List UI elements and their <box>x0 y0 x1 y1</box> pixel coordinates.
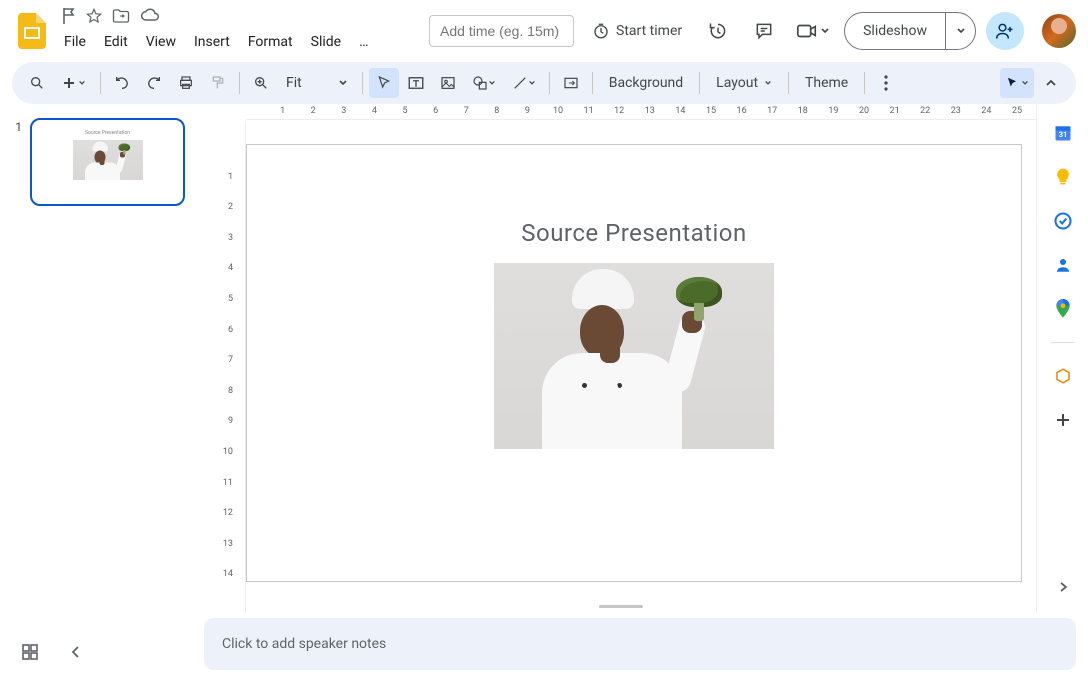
textbox-tool[interactable] <box>401 68 431 98</box>
thumb-number: 1 <box>10 118 22 206</box>
slideshow-dropdown[interactable] <box>945 13 975 49</box>
tasks-icon[interactable] <box>1052 210 1074 232</box>
start-timer-label: Start timer <box>616 23 682 39</box>
share-button[interactable] <box>986 12 1024 50</box>
account-avatar[interactable] <box>1042 14 1076 48</box>
more-tools-button[interactable] <box>871 68 901 98</box>
side-panel: 31 <box>1036 104 1088 612</box>
speaker-notes[interactable]: Click to add speaker notes <box>204 618 1076 670</box>
menu-insert[interactable]: Insert <box>186 30 238 54</box>
menu-bar: File Edit View Insert Format Slide … <box>56 28 429 56</box>
zoom-label: Fit <box>286 75 302 91</box>
line-tool[interactable] <box>505 68 543 98</box>
star-icon[interactable] <box>86 8 102 24</box>
thumb-title: Source Presentation <box>32 130 183 136</box>
menu-edit[interactable]: Edit <box>96 30 136 54</box>
ruler-vertical: 1234567891011121314 <box>206 122 246 612</box>
explore-button[interactable] <box>62 638 90 666</box>
menu-view[interactable]: View <box>138 30 184 54</box>
svg-text:31: 31 <box>1058 130 1067 139</box>
meet-button[interactable] <box>792 13 834 49</box>
menu-file[interactable]: File <box>56 30 94 54</box>
grid-view-button[interactable] <box>16 638 44 666</box>
toolbar: Fit Background Layout Theme <box>12 62 1076 104</box>
pointer-mode[interactable] <box>1000 68 1034 98</box>
layout-button[interactable]: Layout <box>706 68 782 98</box>
contacts-icon[interactable] <box>1052 254 1074 276</box>
flag-icon[interactable] <box>62 8 76 24</box>
select-tool[interactable] <box>369 68 399 98</box>
menu-more[interactable]: … <box>351 30 376 54</box>
show-side-panel-icon[interactable] <box>1052 576 1074 598</box>
zoom-select[interactable]: Fit <box>278 68 356 98</box>
background-button[interactable]: Background <box>599 68 693 98</box>
menu-slide[interactable]: Slide <box>303 30 349 54</box>
notes-resize-handle[interactable] <box>206 602 1036 612</box>
chevron-down-icon <box>820 26 830 36</box>
paint-format-button[interactable] <box>203 68 233 98</box>
redo-button[interactable] <box>139 68 169 98</box>
collapse-toolbar-button[interactable] <box>1036 68 1066 98</box>
slide-canvas[interactable]: Source Presentation <box>246 144 1022 582</box>
addon-icon[interactable] <box>1052 365 1074 387</box>
slide-title-text[interactable]: Source Presentation <box>247 219 1021 247</box>
time-input[interactable] <box>429 15 574 47</box>
ruler-horizontal: 1234567891011121314151617181920212223242… <box>246 104 1036 120</box>
transition-button[interactable] <box>556 68 586 98</box>
zoom-tool-button[interactable] <box>246 68 276 98</box>
comment-icon[interactable] <box>746 13 782 49</box>
shape-tool[interactable] <box>465 68 503 98</box>
undo-button[interactable] <box>107 68 137 98</box>
get-addons-icon[interactable] <box>1052 409 1074 431</box>
move-icon[interactable] <box>112 8 130 24</box>
maps-icon[interactable] <box>1052 298 1074 320</box>
print-button[interactable] <box>171 68 201 98</box>
slide-thumbnail[interactable]: Source Presentation <box>30 118 185 206</box>
slide-image[interactable] <box>494 263 774 449</box>
history-icon[interactable] <box>700 13 736 49</box>
slideshow-button[interactable]: Slideshow <box>845 13 945 49</box>
slides-logo[interactable] <box>12 11 52 51</box>
keep-icon[interactable] <box>1052 166 1074 188</box>
start-timer-button[interactable]: Start timer <box>584 22 690 40</box>
image-tool[interactable] <box>433 68 463 98</box>
theme-button[interactable]: Theme <box>795 68 858 98</box>
search-menus-button[interactable] <box>22 68 52 98</box>
new-slide-button[interactable] <box>54 68 94 98</box>
cloud-icon[interactable] <box>140 8 160 24</box>
filmstrip: 1 Source Presentation <box>0 104 206 612</box>
menu-format[interactable]: Format <box>240 30 301 54</box>
calendar-icon[interactable]: 31 <box>1052 122 1074 144</box>
